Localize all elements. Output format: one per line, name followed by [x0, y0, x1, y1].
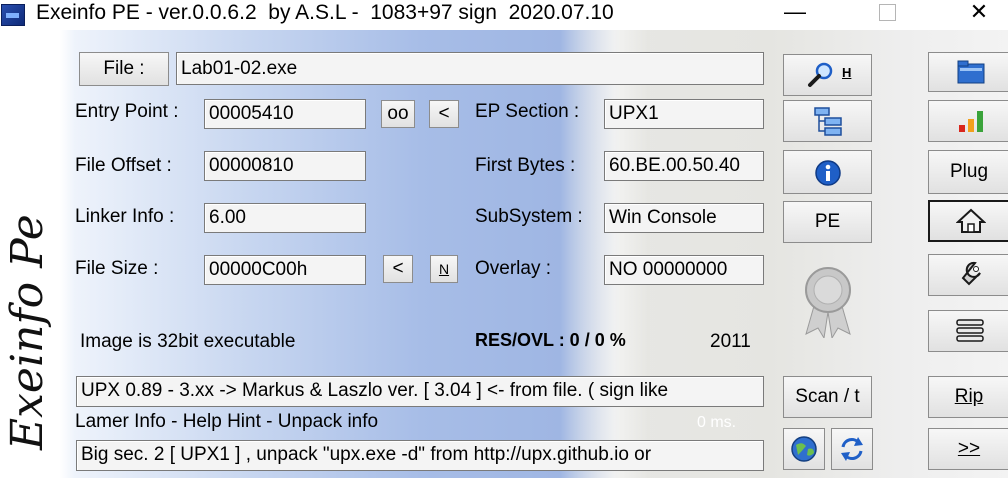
file-path-field[interactable]: Lab01-02.exe: [176, 52, 764, 85]
ep-section-label: EP Section :: [475, 101, 580, 122]
ep-prev-button[interactable]: <: [429, 100, 459, 128]
award-medal-icon: [805, 267, 851, 338]
overlay-field[interactable]: NO 00000000: [604, 255, 764, 285]
file-button-label: File :: [103, 58, 145, 79]
next-button[interactable]: >>: [928, 428, 1008, 470]
image-info-text: Image is 32bit executable: [80, 331, 296, 352]
first-bytes-field[interactable]: 60.BE.00.50.40: [604, 151, 764, 181]
detection-result-field[interactable]: UPX 0.89 - 3.xx -> Markus & Laszlo ver. …: [76, 376, 764, 407]
wrench-icon: [961, 261, 981, 286]
hint-field[interactable]: Big sec. 2 [ UPX1 ] , unpack "upx.exe -d…: [76, 440, 764, 471]
overlay-label: Overlay :: [475, 258, 552, 279]
home-icon: [956, 208, 986, 233]
minimize-button[interactable]: —: [772, 0, 818, 28]
entry-point-field[interactable]: 00005410: [204, 99, 366, 129]
stats-button[interactable]: [928, 100, 1008, 142]
file-size-field[interactable]: 00000C00h: [204, 255, 366, 285]
open-folder-button[interactable]: [928, 52, 1008, 92]
magnifier-icon: [808, 62, 833, 87]
tools-button[interactable]: [928, 254, 1008, 296]
lamer-info-text: Lamer Info - Help Hint - Unpack info: [75, 411, 379, 432]
globe-icon: [791, 436, 817, 462]
exeinfo-logo: Exeinfo Pe: [2, 214, 53, 451]
file-offset-field[interactable]: 00000810: [204, 151, 366, 181]
close-button[interactable]: ✕: [956, 0, 1002, 28]
scan-button[interactable]: Scan / t: [783, 376, 872, 418]
web-button[interactable]: [783, 428, 825, 470]
menu-button[interactable]: [928, 310, 1008, 352]
year-text: 2011: [710, 331, 751, 352]
info-icon: [815, 160, 841, 186]
ep-section-field[interactable]: UPX1: [604, 99, 764, 129]
refresh-icon: [841, 437, 863, 461]
home-button[interactable]: [928, 200, 1008, 242]
bar-chart-icon: [959, 111, 983, 132]
search-h-label: H: [842, 65, 852, 80]
rip-button[interactable]: Rip: [928, 376, 1008, 418]
size-prev-button[interactable]: <: [383, 255, 413, 283]
plug-button[interactable]: Plug: [928, 150, 1008, 194]
file-open-button[interactable]: File :: [79, 52, 169, 86]
search-h-button[interactable]: H: [783, 54, 872, 96]
folder-icon: [957, 60, 985, 84]
title-bar: Exeinfo PE - ver.0.0.6.2 by A.S.L - 1083…: [0, 0, 1008, 30]
maximize-button[interactable]: [864, 0, 910, 28]
pe-button[interactable]: PE: [783, 201, 872, 243]
sections-button[interactable]: [783, 100, 872, 142]
info-button[interactable]: [783, 150, 872, 194]
subsystem-field[interactable]: Win Console: [604, 203, 764, 233]
linker-info-field[interactable]: 6.00: [204, 203, 366, 233]
oo-button[interactable]: oo: [381, 100, 415, 128]
n-button[interactable]: N: [430, 255, 458, 283]
maximize-icon: [878, 4, 896, 21]
refresh-button[interactable]: [831, 428, 873, 470]
subsystem-label: SubSystem :: [475, 206, 583, 227]
linker-info-label: Linker Info :: [75, 206, 175, 227]
app-icon: [1, 4, 25, 26]
list-icon: [956, 319, 984, 342]
time-ms-text: 0 ms.: [697, 414, 737, 431]
file-size-label: File Size :: [75, 258, 159, 279]
res-ovl-text: RES/OVL : 0 / 0 %: [475, 330, 626, 350]
svg-text:Exeinfo Pe: Exeinfo Pe: [2, 214, 53, 451]
file-offset-label: File Offset :: [75, 155, 172, 176]
main-panel: Exeinfo Pe File : Lab01-02.exe Entry Poi…: [0, 30, 1008, 478]
tree-view-icon: [814, 107, 842, 136]
window-title: Exeinfo PE - ver.0.0.6.2 by A.S.L - 1083…: [36, 1, 614, 24]
first-bytes-label: First Bytes :: [475, 155, 576, 176]
entry-point-label: Entry Point :: [75, 101, 179, 122]
